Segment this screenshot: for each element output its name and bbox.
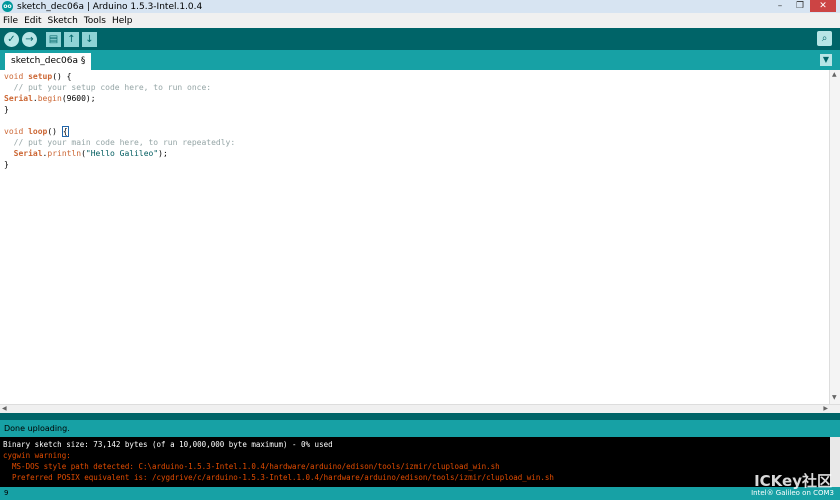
- console-line: cygwin warning:: [3, 451, 71, 460]
- line-number: 9: [4, 489, 9, 497]
- code-line: }: [4, 105, 9, 114]
- title-bar: oo sketch_dec06a | Arduino 1.5.3-Intel.1…: [0, 0, 840, 13]
- watermark: ICKey社区: [754, 472, 832, 490]
- code-editor[interactable]: void setup() { // put your setup code he…: [0, 70, 830, 404]
- code-line: void setup() {: [4, 72, 72, 81]
- upload-button[interactable]: →: [22, 31, 37, 47]
- new-file-icon: ▤: [48, 33, 59, 45]
- editor-vertical-scrollbar[interactable]: ▲ ▼: [829, 70, 840, 404]
- arrow-up-icon: ↑: [67, 33, 76, 45]
- menu-help[interactable]: Help: [109, 16, 136, 26]
- verify-button[interactable]: ✓: [4, 31, 19, 47]
- minimize-button[interactable]: –: [770, 0, 790, 12]
- tab-sketch[interactable]: sketch_dec06a §: [5, 53, 92, 70]
- menu-file[interactable]: File: [0, 16, 21, 26]
- menu-sketch[interactable]: Sketch: [45, 16, 81, 26]
- open-button[interactable]: ↑: [64, 31, 79, 47]
- matched-bracket: {: [61, 126, 69, 137]
- window-title: sketch_dec06a | Arduino 1.5.3-Intel.1.0.…: [17, 1, 203, 12]
- arduino-logo-icon: oo: [2, 1, 13, 12]
- checkmark-icon: ✓: [7, 33, 16, 45]
- code-line: Serial.begin(9600);: [4, 94, 96, 103]
- scroll-down-icon[interactable]: ▼: [832, 394, 837, 401]
- new-button[interactable]: ▤: [46, 31, 61, 47]
- scroll-up-icon[interactable]: ▲: [832, 71, 837, 78]
- console-line: Preferred POSIX equivalent is: /cygdrive…: [3, 473, 554, 482]
- arrow-right-icon: →: [25, 33, 34, 45]
- tab-menu-button[interactable]: ▼: [820, 54, 832, 66]
- code-line: }: [4, 160, 9, 169]
- menu-edit[interactable]: Edit: [21, 16, 44, 26]
- window-controls: – ❐ ✕: [770, 0, 836, 12]
- code-line: void loop() {: [4, 126, 69, 137]
- console-line: Binary sketch size: 73,142 bytes (of a 1…: [3, 440, 333, 449]
- maximize-button[interactable]: ❐: [790, 0, 810, 12]
- triangle-down-icon: ▼: [822, 55, 830, 64]
- toolbar: ✓ → ▤ ↑ ↓ ⌕: [0, 28, 840, 50]
- console-output[interactable]: Binary sketch size: 73,142 bytes (of a 1…: [0, 437, 830, 487]
- menu-tools[interactable]: Tools: [81, 16, 109, 26]
- console-divider[interactable]: [0, 413, 840, 420]
- tab-bar: sketch_dec06a § ▼: [0, 50, 840, 70]
- console-line: MS-DOS style path detected: C:\arduino-1…: [3, 462, 500, 471]
- status-message: Done uploading.: [0, 420, 840, 437]
- scroll-left-icon[interactable]: ◀: [2, 405, 7, 412]
- code-line: // put your setup code here, to run once…: [4, 83, 212, 92]
- menu-bar: File Edit Sketch Tools Help: [0, 13, 840, 28]
- scroll-right-icon[interactable]: ▶: [823, 405, 828, 412]
- status-footer: 9 Intel® Galileo on COM3: [0, 487, 840, 500]
- arrow-down-icon: ↓: [85, 33, 94, 45]
- code-line: // put your main code here, to run repea…: [4, 138, 236, 147]
- close-button[interactable]: ✕: [810, 0, 836, 12]
- serial-monitor-button[interactable]: ⌕: [817, 31, 832, 46]
- save-button[interactable]: ↓: [82, 31, 97, 47]
- magnifier-icon: ⌕: [821, 33, 828, 44]
- code-line: Serial.println("Hello Galileo");: [13, 149, 168, 158]
